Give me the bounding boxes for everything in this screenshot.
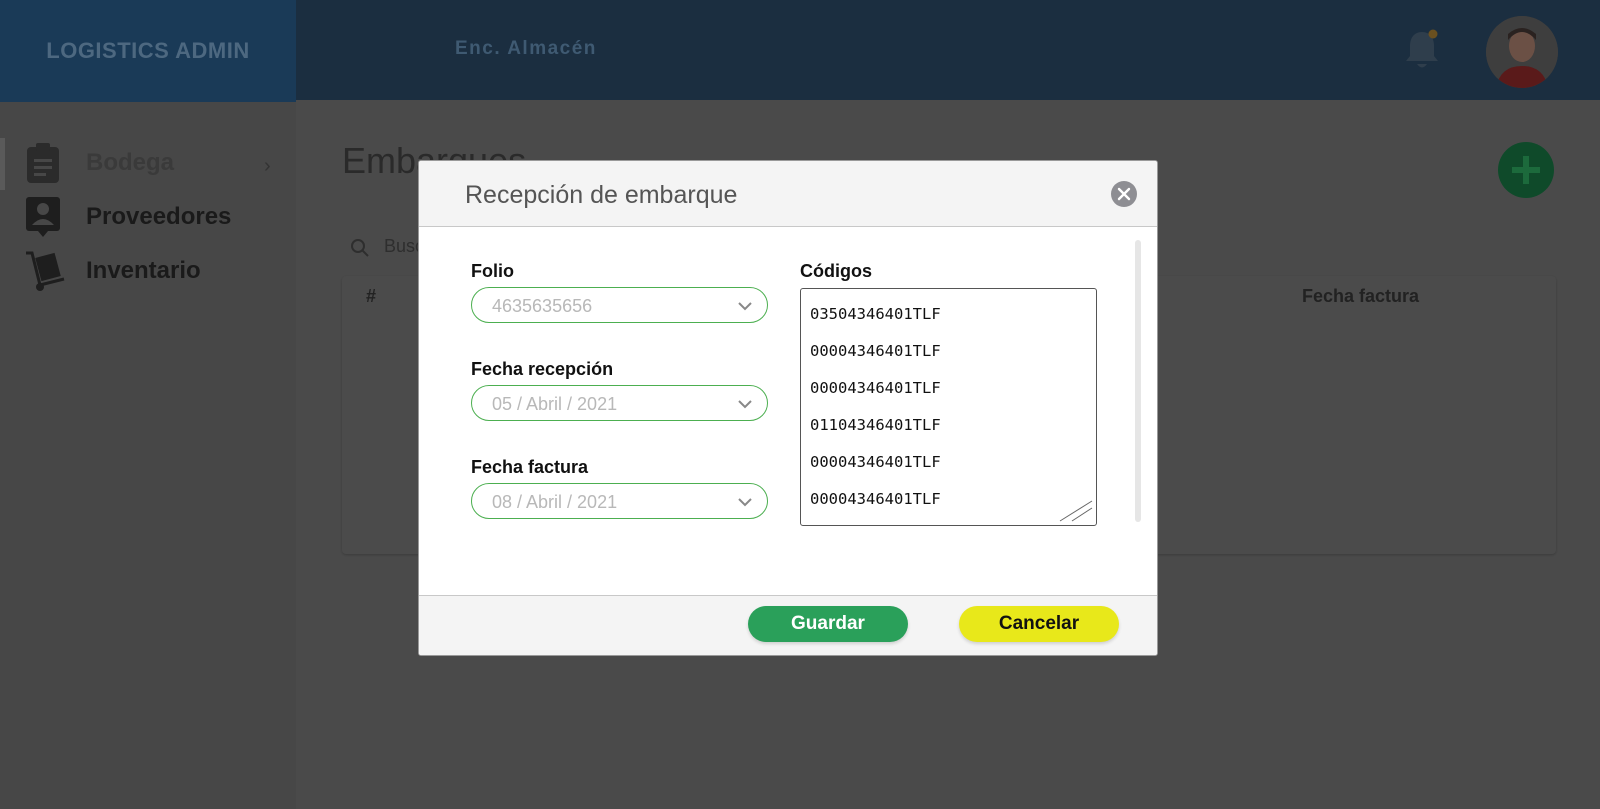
sidebar-item-inventario[interactable]: Inventario — [24, 248, 201, 294]
active-indicator — [0, 138, 5, 190]
cancel-button[interactable]: Cancelar — [959, 606, 1119, 642]
codes-label: Códigos — [800, 261, 872, 281]
resize-handle-icon[interactable] — [1058, 499, 1094, 523]
modal-footer: Guardar Cancelar — [419, 595, 1157, 655]
add-button[interactable] — [1498, 142, 1554, 198]
reception-modal: Recepción de embarque Folio 4635635656 F… — [418, 160, 1158, 656]
bell-icon[interactable] — [1402, 28, 1442, 72]
codes-textarea[interactable]: 03504346401TLF 00004346401TLF 0000434640… — [800, 288, 1097, 526]
folio-value: 4635635656 — [492, 296, 593, 316]
fecha-factura-select[interactable]: 08 / Abril / 2021 — [471, 483, 768, 519]
plus-icon — [1512, 156, 1540, 184]
folio-label: Folio — [471, 261, 514, 281]
clipboard-icon — [24, 141, 62, 185]
fecha-factura-label: Fecha factura — [471, 457, 589, 477]
code-line: 00004346401TLF — [810, 453, 941, 471]
close-icon — [1117, 187, 1131, 201]
sidebar-item-label: Proveedores — [86, 203, 232, 230]
modal-title: Recepción de embarque — [465, 181, 738, 209]
modal-header: Recepción de embarque — [419, 161, 1157, 227]
code-line: 00004346401TLF — [810, 342, 941, 360]
code-line: 01104346401TLF — [810, 416, 941, 434]
code-line: 03504346401TLF — [810, 305, 941, 323]
folio-select[interactable]: 4635635656 — [471, 287, 768, 323]
brand-area: LOGISTICS ADMIN — [0, 0, 296, 102]
column-header-fecha-factura: Fecha factura — [1302, 286, 1420, 306]
code-line: 00004346401TLF — [810, 490, 941, 508]
top-bar: LOGISTICS ADMIN Enc. Almacén — [0, 0, 1600, 102]
brand-title: LOGISTICS ADMIN — [46, 38, 250, 63]
sidebar-item-bodega[interactable]: Bodega — [24, 140, 174, 186]
modal-body: Folio 4635635656 Fecha recepción 05 / Ab… — [419, 228, 1157, 595]
column-header-number: # — [366, 286, 377, 306]
sidebar-item-label: Bodega — [86, 149, 175, 176]
contact-icon — [24, 195, 62, 239]
chevron-down-icon — [738, 302, 752, 311]
user-role: Enc. Almacén — [455, 38, 597, 59]
fecha-recepcion-select[interactable]: 05 / Abril / 2021 — [471, 385, 768, 421]
search-icon — [351, 239, 369, 257]
sidebar-item-label: Inventario — [86, 257, 201, 284]
fecha-recepcion-value: 05 / Abril / 2021 — [492, 394, 618, 414]
fecha-factura-value: 08 / Abril / 2021 — [492, 492, 618, 512]
code-line: 00004346401TLF — [810, 379, 941, 397]
hand-truck-icon — [24, 249, 65, 293]
chevron-down-icon — [738, 400, 752, 409]
fecha-recepcion-label: Fecha recepción — [471, 359, 614, 379]
close-button[interactable] — [1111, 181, 1137, 207]
chevron-right-icon: › — [264, 155, 271, 177]
avatar[interactable] — [1486, 16, 1558, 88]
save-button[interactable]: Guardar — [748, 606, 908, 642]
chevron-down-icon — [738, 498, 752, 507]
modal-scrollbar[interactable] — [1135, 240, 1141, 522]
sidebar-item-proveedores[interactable]: Proveedores — [24, 194, 231, 240]
